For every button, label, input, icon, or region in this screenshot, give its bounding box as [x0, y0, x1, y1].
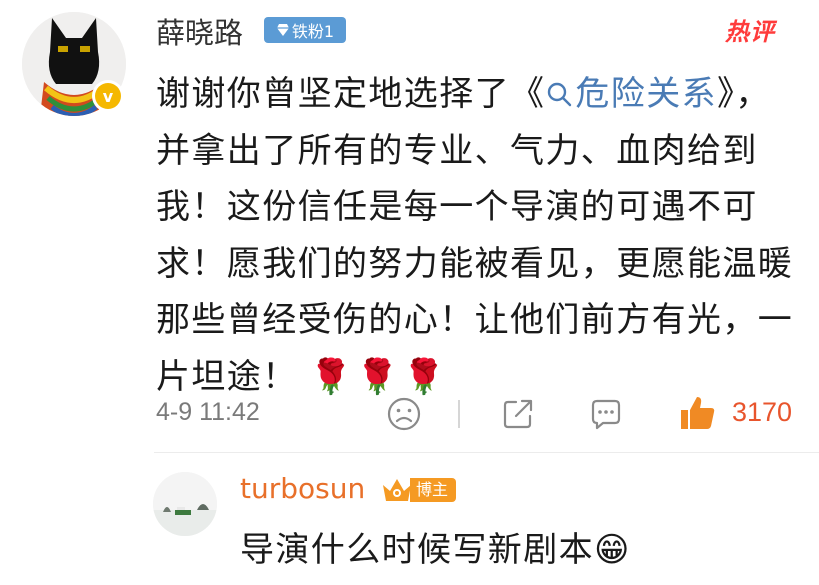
blogger-badge: 博主: [380, 475, 457, 505]
search-icon: [548, 82, 572, 107]
action-divider: [458, 400, 460, 428]
diamond-icon: [276, 24, 289, 36]
reply-text-body: 导演什么时候写新剧本: [240, 530, 594, 570]
crown-icon: [383, 479, 411, 501]
verified-v-icon: v: [92, 80, 124, 112]
comment-text-part: 》，并拿出了所有的专业、气力、血肉给到我！这份信任是每一个导演的可遇不可求！愿我…: [156, 74, 794, 397]
comment-text-part: 谢谢你曾坚定地选择了《: [156, 74, 546, 114]
reply-text: 导演什么时候写新剧本😁: [240, 522, 631, 571]
comment-time: 4-9 11:42: [156, 398, 260, 426]
thumbs-up-icon[interactable]: [678, 393, 718, 433]
fan-badge-label: 铁粉1: [291, 22, 335, 41]
sad-face-icon[interactable]: [386, 396, 422, 432]
blogger-badge-label: 博主: [410, 478, 457, 502]
share-icon[interactable]: [500, 396, 536, 432]
reply-avatar-image: [153, 472, 217, 536]
rose-emojis: 🌹🌹🌹: [309, 356, 449, 397]
comment-text: 谢谢你曾坚定地选择了《 危险关系》，并拿出了所有的专业、气力、血肉给到我！这份信任…: [156, 66, 796, 405]
grin-emoji: 😁: [594, 530, 631, 570]
comment-icon[interactable]: [588, 396, 624, 432]
comment-action-bar: 4-9 11:42 3170: [154, 396, 804, 432]
fan-badge[interactable]: 铁粉1: [264, 17, 346, 43]
like-count: 3170: [732, 397, 793, 427]
comment-username[interactable]: 薛晓路: [156, 10, 243, 52]
reply-username[interactable]: turbosun: [240, 472, 365, 505]
movie-link[interactable]: 危险关系: [545, 74, 717, 114]
reply-avatar[interactable]: [153, 472, 217, 536]
movie-link-label: 危险关系: [575, 74, 718, 114]
reply-divider: [154, 452, 819, 453]
hot-comment-tag: 热评: [725, 18, 775, 46]
